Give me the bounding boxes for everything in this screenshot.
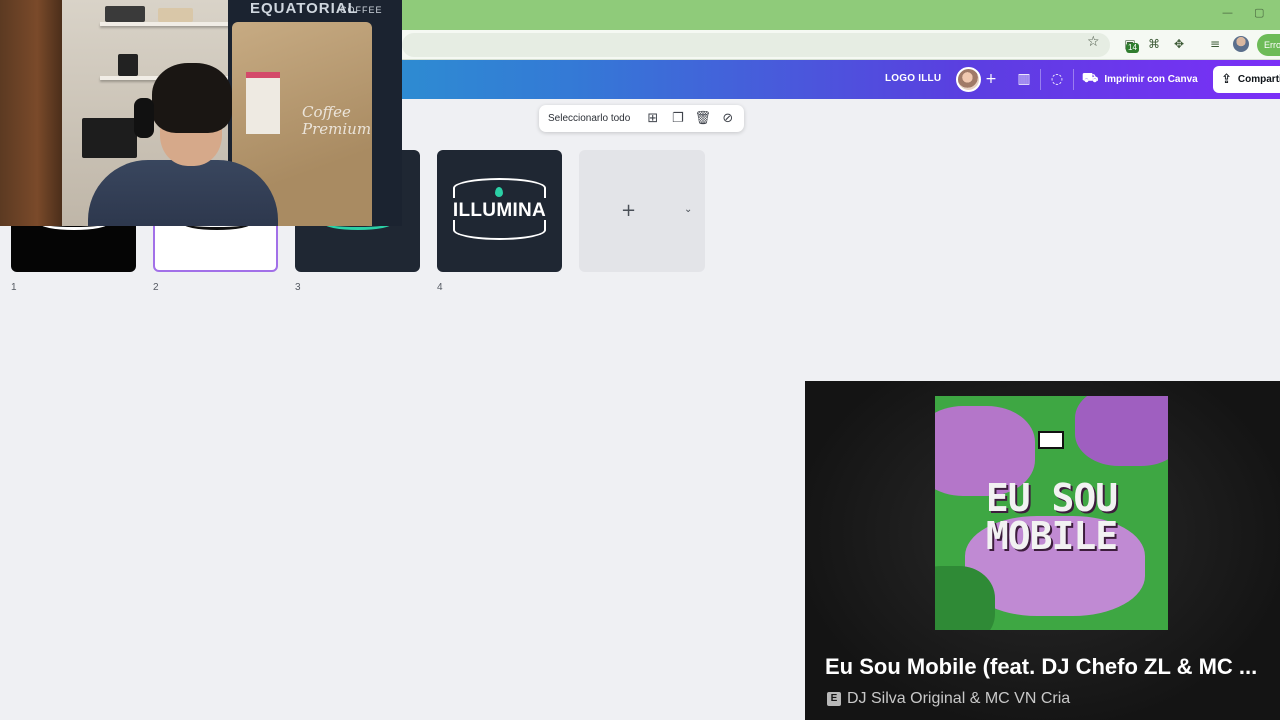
album-title-line-2: MOBILE <box>985 514 1118 558</box>
page-number: 1 <box>11 282 17 293</box>
headphones <box>134 98 154 138</box>
media-controls-icon[interactable]: ≡ <box>1207 36 1223 52</box>
insights-chart-icon[interactable]: ▥ <box>1013 68 1035 90</box>
add-page-icon[interactable]: ⊞ <box>640 108 665 130</box>
hide-eye-icon[interactable]: ⊘ <box>715 108 740 130</box>
album-pattern <box>1075 396 1168 466</box>
shelf-item <box>158 8 193 22</box>
share-button-label: Compartir <box>1237 74 1280 85</box>
print-with-canva-button[interactable]: ⛟ Imprimir con Canva <box>1078 67 1206 92</box>
puzzle-extensions-icon[interactable]: ✥ <box>1171 36 1187 52</box>
album-cover: EU SOU MOBILE <box>935 396 1168 630</box>
truck-icon: ⛟ <box>1082 71 1099 86</box>
artist-row: E DJ Silva Original & MC VN Cria <box>827 690 1070 708</box>
streamer-hair <box>152 63 232 133</box>
page-number: 3 <box>295 282 301 293</box>
page-number: 2 <box>153 282 159 293</box>
address-bar[interactable] <box>402 33 1110 57</box>
webcam-door <box>0 0 62 226</box>
track-title: Eu Sou Mobile (feat. DJ Chefo ZL & MC ..… <box>825 654 1258 679</box>
select-all-button[interactable]: Seleccionarlo todo <box>548 113 630 124</box>
page-thumbnail-4[interactable]: ILLUMINA <box>437 150 562 272</box>
chevron-down-icon[interactable]: ⌄ <box>684 204 692 215</box>
parental-advisory-badge <box>1038 431 1064 449</box>
update-error-pill[interactable]: Erro <box>1257 34 1280 56</box>
now-playing-widget: EU SOU MOBILE Eu Sou Mobile (feat. DJ Ch… <box>805 381 1280 720</box>
print-button-label: Imprimir con Canva <box>1104 74 1198 85</box>
shelf-item <box>105 6 145 22</box>
page-number: 4 <box>437 282 443 293</box>
streamer-body <box>88 160 278 226</box>
translate-extension-icon[interactable]: ⌘ <box>1146 36 1162 52</box>
comment-icon[interactable]: ◌ <box>1046 68 1068 90</box>
droplet-icon <box>495 187 503 197</box>
add-collaborator-icon[interactable]: + <box>980 68 1002 90</box>
page-selection-toolbar: Seleccionarlo todo ⊞ ❐ 🗑 ⊘ <box>539 105 744 132</box>
upload-icon: ⇪ <box>1221 72 1232 87</box>
streamer <box>70 60 280 226</box>
profile-avatar[interactable] <box>1233 36 1249 52</box>
illumina-logo-text: ILLUMINA <box>452 200 547 221</box>
explicit-icon: E <box>827 692 841 706</box>
maximize-button[interactable]: ▢ <box>1254 6 1264 19</box>
webcam-shelf <box>100 22 232 26</box>
bookmark-star-icon[interactable]: ☆ <box>1087 34 1100 50</box>
logo-arc-bottom <box>453 220 546 240</box>
webcam-overlay: EQUATORIAL Coffee Premium COFFEE <box>0 0 402 226</box>
trash-icon[interactable]: 🗑 <box>690 108 715 130</box>
coffee-sub-text: COFFEE <box>340 5 383 15</box>
extension-badge: 14 <box>1126 43 1139 53</box>
header-divider <box>1040 69 1041 90</box>
header-divider <box>1073 69 1074 90</box>
coffee-script-text: Coffee Premium <box>302 103 372 138</box>
add-page-button[interactable]: + ⌄ <box>579 150 705 272</box>
design-title[interactable]: LOGO ILLU <box>885 73 941 84</box>
share-button[interactable]: ⇪ Compartir <box>1213 66 1280 93</box>
minimize-button[interactable]: — <box>1222 6 1233 19</box>
track-artists: DJ Silva Original & MC VN Cria <box>847 690 1071 707</box>
plus-icon: + <box>621 200 637 221</box>
collaborator-avatar[interactable] <box>956 67 981 92</box>
duplicate-icon[interactable]: ❐ <box>665 108 690 130</box>
